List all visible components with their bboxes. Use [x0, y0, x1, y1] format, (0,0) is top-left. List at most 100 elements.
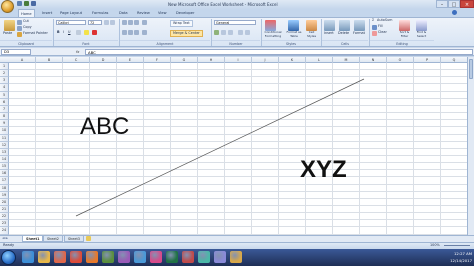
- vertical-scrollbar[interactable]: [467, 57, 474, 235]
- app-icon[interactable]: [182, 251, 194, 263]
- copy-button[interactable]: Copy: [23, 25, 32, 30]
- tab-formulas[interactable]: Formulas: [90, 9, 110, 17]
- tab-developer[interactable]: Developer: [174, 9, 196, 17]
- copy-icon[interactable]: [17, 26, 22, 31]
- app-icon[interactable]: [214, 251, 226, 263]
- undo-icon[interactable]: [24, 1, 29, 6]
- fill-icon[interactable]: [372, 25, 377, 30]
- underline-icon[interactable]: U: [68, 30, 70, 35]
- redo-icon[interactable]: [31, 1, 36, 6]
- start-button[interactable]: [1, 250, 16, 265]
- grow-font-icon[interactable]: [104, 20, 109, 25]
- orientation-icon[interactable]: [142, 20, 147, 25]
- align-center-icon[interactable]: [128, 30, 133, 35]
- cut-button[interactable]: Cut: [23, 19, 29, 24]
- format-cells-button[interactable]: Format: [353, 31, 365, 36]
- shrink-font-icon[interactable]: [110, 20, 115, 25]
- insert-sheet-icon[interactable]: [86, 236, 91, 241]
- app-icon[interactable]: [118, 251, 130, 263]
- indent-icon[interactable]: [142, 30, 147, 35]
- app-icon[interactable]: [230, 251, 242, 263]
- borders-icon[interactable]: [76, 30, 81, 35]
- tab-review[interactable]: Review: [135, 9, 152, 17]
- decrease-decimal-icon[interactable]: [245, 30, 250, 35]
- office-button[interactable]: [1, 0, 14, 13]
- number-format-combo[interactable]: General: [214, 20, 256, 25]
- cell-styles-button[interactable]: Cell Styles: [304, 30, 319, 38]
- conditional-formatting-button[interactable]: Conditional Formatting: [262, 30, 284, 38]
- tab-data[interactable]: Data: [117, 9, 130, 17]
- scroll-thumb[interactable]: [469, 59, 473, 79]
- format-painter-button[interactable]: Format Painter: [23, 31, 48, 36]
- increase-decimal-icon[interactable]: [238, 30, 243, 35]
- tab-page-layout[interactable]: Page Layout: [58, 9, 84, 17]
- insert-cells-icon[interactable]: [324, 20, 335, 31]
- wrap-text-button[interactable]: Wrap Text: [170, 20, 193, 27]
- clock-time[interactable]: 12:27 AM: [438, 250, 472, 257]
- fill-button[interactable]: Fill: [378, 24, 383, 29]
- media-icon[interactable]: [54, 251, 66, 263]
- comma-icon[interactable]: [228, 30, 233, 35]
- align-middle-icon[interactable]: [128, 20, 133, 25]
- chrome-icon[interactable]: [70, 251, 82, 263]
- font-size-combo[interactable]: 72: [88, 20, 102, 25]
- delete-cells-button[interactable]: Delete: [338, 31, 349, 36]
- folder-icon[interactable]: [38, 251, 50, 263]
- app-icon[interactable]: [102, 251, 114, 263]
- tab-view[interactable]: View: [156, 9, 169, 17]
- alignment-group-label: Alignment: [120, 40, 210, 46]
- app-icon[interactable]: [198, 251, 210, 263]
- fill-color-icon[interactable]: [84, 30, 89, 35]
- align-left-icon[interactable]: [122, 30, 127, 35]
- fx-icon[interactable]: fx: [76, 49, 84, 55]
- close-button[interactable]: ×: [460, 0, 474, 8]
- clear-button[interactable]: Clear: [378, 30, 387, 35]
- minimize-button[interactable]: –: [436, 0, 448, 8]
- excel-icon[interactable]: [166, 251, 178, 263]
- align-top-icon[interactable]: [122, 20, 127, 25]
- worksheet-grid[interactable]: 1 2 3 4 5 6 7 8 9 10 11 12 13 14 15 16 17 18 19 20 21 22 23 24 …: [0, 63, 474, 235]
- paste-icon[interactable]: [4, 20, 15, 31]
- bold-icon[interactable]: B: [57, 30, 60, 35]
- zoom-level[interactable]: 100%: [430, 242, 440, 249]
- insert-cells-button[interactable]: Insert: [324, 31, 334, 36]
- app-icon[interactable]: [134, 251, 146, 263]
- currency-icon[interactable]: [214, 30, 219, 35]
- align-right-icon[interactable]: [134, 30, 139, 35]
- cell-text-xyz[interactable]: XYZ: [300, 156, 347, 184]
- tab-nav-arrows-icon[interactable]: ◄ ►: [2, 236, 8, 241]
- tab-insert[interactable]: Insert: [40, 9, 54, 17]
- maximize-button[interactable]: □: [448, 0, 460, 8]
- cut-icon[interactable]: [17, 20, 22, 25]
- app-icon[interactable]: [150, 251, 162, 263]
- clear-icon[interactable]: [372, 31, 377, 36]
- format-as-table-button[interactable]: Format as Table: [285, 30, 303, 38]
- format-painter-icon[interactable]: [17, 32, 22, 37]
- status-bar: [0, 242, 474, 249]
- percent-icon[interactable]: [221, 30, 226, 35]
- help-icon[interactable]: [452, 10, 457, 15]
- format-cells-icon[interactable]: [354, 20, 365, 31]
- paste-button[interactable]: Paste: [3, 31, 12, 36]
- align-bottom-icon[interactable]: [134, 20, 139, 25]
- save-icon[interactable]: [17, 1, 22, 6]
- diagonal-line-shape[interactable]: [0, 63, 474, 235]
- cells-group-label: Cells: [322, 40, 368, 46]
- font-name-combo[interactable]: Calibri: [56, 20, 86, 25]
- firefox-icon[interactable]: [86, 251, 98, 263]
- italic-icon[interactable]: I: [63, 30, 64, 35]
- zoom-slider[interactable]: [444, 245, 470, 246]
- delete-cells-icon[interactable]: [339, 20, 350, 31]
- find-select-button[interactable]: Find & Select: [414, 30, 429, 38]
- formula-input[interactable]: ABC: [85, 49, 473, 55]
- merge-center-button[interactable]: Merge & Center: [170, 30, 203, 37]
- ie-icon[interactable]: [22, 251, 34, 263]
- name-box[interactable]: D3: [1, 49, 31, 55]
- tab-home[interactable]: Home: [18, 9, 35, 17]
- clock-date[interactable]: 12/14/2017: [438, 257, 472, 264]
- autosum-button[interactable]: AutoSum: [377, 18, 392, 23]
- sort-filter-button[interactable]: Sort & Filter: [397, 30, 412, 38]
- cell-text-abc[interactable]: ABC: [80, 113, 129, 141]
- font-color-icon[interactable]: [92, 30, 97, 35]
- sigma-icon[interactable]: Σ: [372, 18, 374, 23]
